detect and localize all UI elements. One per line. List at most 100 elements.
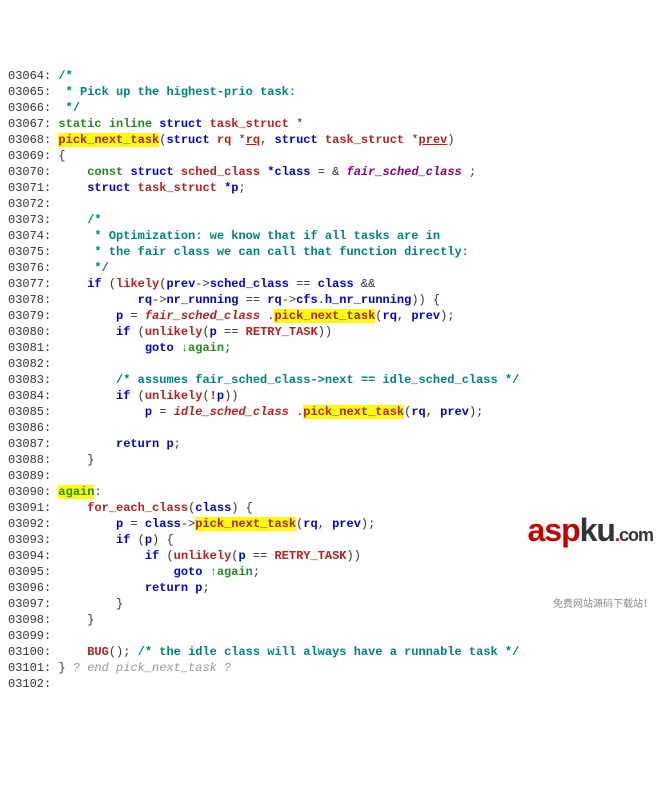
line-number: 03090:	[8, 485, 51, 499]
token-punct-b: nr_running	[166, 293, 238, 307]
token-plain: (	[102, 277, 116, 291]
token-plain: .	[318, 293, 325, 307]
token-plain: ();	[109, 645, 138, 659]
token-plain	[51, 565, 173, 579]
token-plain: (	[130, 389, 144, 403]
line-number: 03083:	[8, 373, 51, 387]
wm-subtitle: 免费网站源码下载站！	[496, 600, 653, 610]
token-plain: ,	[426, 405, 440, 419]
token-plain: (	[202, 325, 209, 339]
token-kw-blue: goto	[174, 565, 203, 579]
token-punct-b: p	[145, 533, 152, 547]
token-plain: ,	[318, 517, 332, 531]
token-plain: ->	[181, 517, 195, 531]
line-number: 03092:	[8, 517, 51, 531]
code-line: 03078: rq->nr_running == rq->cfs.h_nr_ru…	[8, 292, 649, 308]
watermark-logo: aspku.com 免费网站源码下载站！	[496, 458, 653, 622]
token-func-red: unlikely	[145, 325, 203, 339]
token-kw-blue: struct	[87, 181, 130, 195]
token-comment: /*	[58, 69, 72, 83]
code-line: 03075: * the fair class we can call that…	[8, 244, 649, 260]
token-plain	[51, 165, 87, 179]
token-kw-blue: if	[116, 533, 130, 547]
token-not: !	[210, 389, 217, 403]
token-punct-b: prev	[411, 309, 440, 323]
token-kw-blue: if	[145, 549, 159, 563]
token-hl-red: pick_next_task	[58, 133, 159, 147]
token-plain: =	[152, 405, 174, 419]
code-line: 03073: /*	[8, 212, 649, 228]
token-kw-blue: struct	[130, 165, 173, 179]
token-plain: (	[159, 549, 173, 563]
token-punct-b: rq	[138, 293, 152, 307]
code-line: 03085: p = idle_sched_class .pick_next_t…	[8, 404, 649, 420]
token-plain: .	[289, 405, 303, 419]
token-plain: )	[447, 133, 454, 147]
token-punct-b: rq	[411, 405, 425, 419]
line-number: 03101:	[8, 661, 51, 675]
code-line: 03074: * Optimization: we know that if a…	[8, 228, 649, 244]
token-struct-name-red: task_struct	[325, 133, 404, 147]
token-punct-b: rq	[383, 309, 397, 323]
token-hl-red: pick_next_task	[303, 405, 404, 419]
token-plain: }	[51, 661, 73, 675]
token-punct-b: p	[145, 405, 152, 419]
code-line: 03082:	[8, 356, 649, 372]
code-line: 03084: if (unlikely(!p))	[8, 388, 649, 404]
token-punct-b: prev	[332, 517, 361, 531]
code-line: 03068: pick_next_task(struct rq *rq, str…	[8, 132, 649, 148]
token-plain	[51, 517, 116, 531]
token-plain: ,	[397, 309, 411, 323]
token-plain: =	[123, 309, 145, 323]
code-line: 03101: } ? end pick_next_task ?	[8, 660, 649, 676]
token-punct-b: cfs	[296, 293, 318, 307]
line-number: 03080:	[8, 325, 51, 339]
token-plain: ) {	[152, 533, 174, 547]
line-number: 03084:	[8, 389, 51, 403]
token-kw-blue: return	[145, 581, 188, 595]
wm-ku: ku	[580, 512, 615, 548]
line-number: 03085:	[8, 405, 51, 419]
token-ident-red-ital: idle_sched_class	[174, 405, 289, 419]
line-number: 03067:	[8, 117, 51, 131]
token-plain: (	[130, 533, 144, 547]
token-plain: );	[469, 405, 483, 419]
token-plain	[51, 405, 145, 419]
code-line: 03099:	[8, 628, 649, 644]
token-punct-b: *p	[224, 181, 238, 195]
token-kw-green: static inline	[58, 117, 152, 131]
token-plain: (	[375, 309, 382, 323]
code-line: 03077: if (likely(prev->sched_class == c…	[8, 276, 649, 292]
token-plain: .	[260, 309, 274, 323]
token-plain	[51, 421, 58, 435]
line-number: 03075:	[8, 245, 51, 259]
line-number: 03095:	[8, 565, 51, 579]
token-plain: = &	[311, 165, 347, 179]
token-punct-b: p	[166, 437, 173, 451]
line-number: 03076:	[8, 261, 51, 275]
token-plain: &&	[354, 277, 376, 291]
code-line: 03076: */	[8, 260, 649, 276]
token-struct-name-red: rq	[217, 133, 231, 147]
line-number: 03072:	[8, 197, 51, 211]
token-struct-name-red: sched_class	[181, 165, 260, 179]
token-comment: */	[51, 101, 80, 115]
token-plain	[51, 213, 87, 227]
token-plain: *	[231, 133, 245, 147]
token-hl-red: pick_next_task	[195, 517, 296, 531]
wm-asp: asp	[527, 512, 579, 548]
token-plain: ))	[347, 549, 361, 563]
line-number: 03102:	[8, 677, 51, 691]
token-punct-b: rq	[303, 517, 317, 531]
code-line: 03100: BUG(); /* the idle class will alw…	[8, 644, 649, 660]
token-comment: /* assumes fair_sched_class->next == idl…	[116, 373, 519, 387]
token-plain: }	[51, 597, 123, 611]
token-plain: ==	[289, 277, 318, 291]
token-kw-blue: struct	[166, 133, 209, 147]
line-number: 03065:	[8, 85, 51, 99]
token-plain: );	[440, 309, 454, 323]
token-plain	[51, 341, 145, 355]
token-kw-blue: struct	[275, 133, 318, 147]
line-number: 03098:	[8, 613, 51, 627]
token-plain	[51, 549, 145, 563]
